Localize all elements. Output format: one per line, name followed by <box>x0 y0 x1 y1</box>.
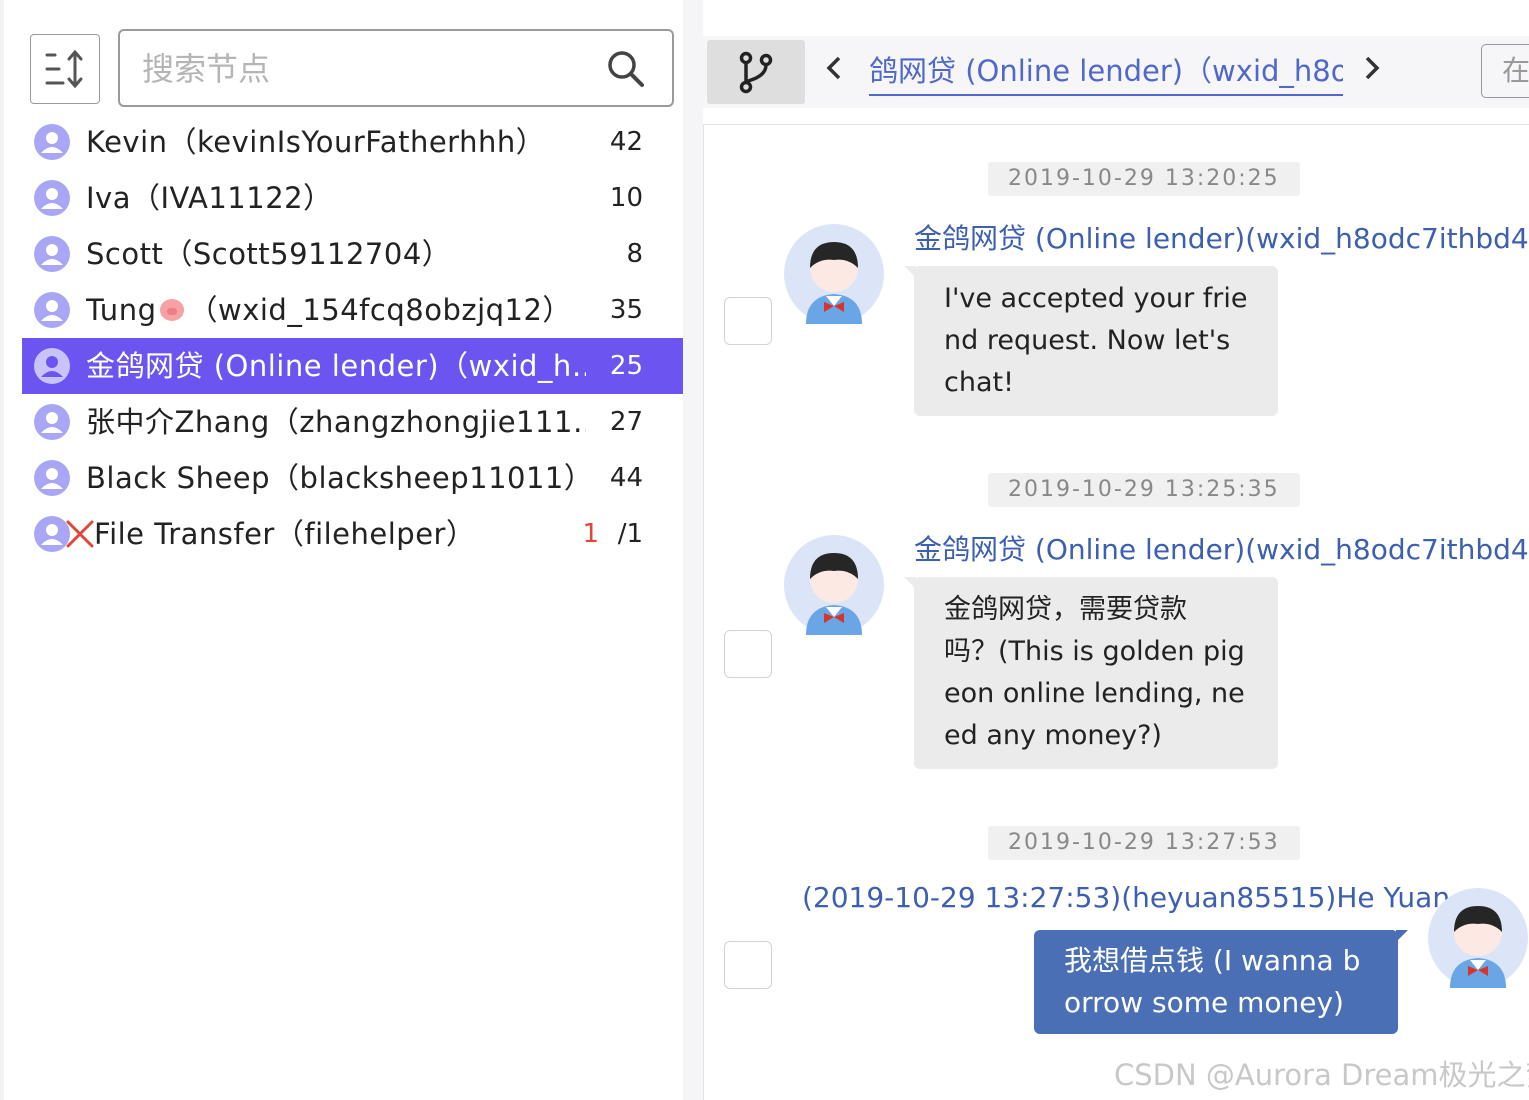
contact-item-black-sheep[interactable]: Black Sheep（blacksheep11011） 44 <box>22 450 683 506</box>
own-avatar <box>1428 888 1528 988</box>
message-timestamp: 2019-10-29 13:20:25 <box>988 162 1300 196</box>
breadcrumb[interactable]: 鸽网贷 (Online lender)（wxid_h8odc7ithbd412） <box>869 48 1343 96</box>
chevron-left-icon[interactable] <box>823 48 845 97</box>
search-icon[interactable] <box>606 49 646 89</box>
message-line: orrow some money) <box>1064 986 1344 1019</box>
message-count: 25 <box>609 351 643 381</box>
chevron-right-icon[interactable] <box>1361 48 1383 97</box>
message-line: 金鸽网贷，需要贷款 <box>944 594 1187 625</box>
contact-name: Kevin（kevinIsYourFatherhhh） <box>86 125 546 159</box>
chat-toolbar: 鸽网贷 (Online lender)（wxid_h8odc7ithbd412）… <box>703 36 1529 108</box>
side-button-label: 在 <box>1502 54 1529 87</box>
contact-name: Iva（IVA11122） <box>86 181 333 215</box>
message-select-checkbox[interactable] <box>724 941 772 989</box>
incoming-message-bubble[interactable]: I've accepted your frie nd request. Now … <box>904 266 1278 416</box>
watermark: CSDN @Aurora Dream极光之梦 <box>1114 1058 1529 1092</box>
message-count: 8 <box>626 239 643 269</box>
git-branch-icon <box>739 51 773 94</box>
pig-emoji-icon <box>160 299 185 321</box>
unread-count: 1 <box>582 519 599 549</box>
sort-button[interactable] <box>30 34 100 104</box>
user-avatar-icon <box>34 348 70 384</box>
contact-name: Tung （wxid_154fcq8obzjq12） <box>86 282 586 338</box>
message-list: 2019-10-29 13:20:25 金鸽网贷 (Online lender)… <box>703 124 1529 1100</box>
message-line: chat! <box>944 367 1014 398</box>
contact-name-prefix: Tung <box>86 293 157 327</box>
message-line: 吗？(This is golden pig <box>944 636 1245 667</box>
contact-avatar <box>784 535 884 635</box>
contact-name: 金鸽网贷 (Online lender)（wxid_h… <box>86 349 586 383</box>
contact-list: Kevin（kevinIsYourFatherhhh） 42 Iva（IVA11… <box>22 114 683 562</box>
contact-item-scott[interactable]: Scott（Scott59112704） 8 <box>22 226 683 282</box>
message-count: 44 <box>609 463 643 493</box>
search-box <box>118 29 674 107</box>
contact-name: Black Sheep（blacksheep11011） <box>86 461 586 495</box>
window-edge <box>0 0 4 1100</box>
close-icon <box>66 520 94 548</box>
message-select-checkbox[interactable] <box>724 297 772 345</box>
message-count: 35 <box>609 295 643 325</box>
message-sender[interactable]: 金鸽网贷 (Online lender)(wxid_h8odc7ithbd412… <box>914 217 1529 257</box>
user-avatar-icon <box>34 124 70 160</box>
contact-item-kevin[interactable]: Kevin（kevinIsYourFatherhhh） 42 <box>22 114 683 170</box>
contact-name: File Transfer（filehelper） <box>94 517 476 551</box>
user-avatar-icon <box>34 404 70 440</box>
message-line: 我想借点钱 (I wanna b <box>1064 944 1361 977</box>
message-count: 27 <box>609 407 643 437</box>
contact-item-zhang[interactable]: 张中介Zhang（zhangzhongjie111… 27 <box>22 394 683 450</box>
contact-avatar <box>784 224 884 324</box>
breadcrumb-text[interactable]: 鸽网贷 (Online lender)（wxid_h8odc7ithbd412） <box>869 54 1343 88</box>
message-line: nd request. Now let's <box>944 325 1231 356</box>
message-timestamp: 2019-10-29 13:25:35 <box>988 473 1300 507</box>
message-select-checkbox[interactable] <box>724 630 772 678</box>
contact-name: 张中介Zhang（zhangzhongjie111… <box>86 405 586 439</box>
message-sender[interactable]: (2019-10-29 13:27:53)(heyuan85515)He Yua… <box>802 881 1450 914</box>
search-input[interactable] <box>140 45 584 93</box>
message-line: I've accepted your frie <box>944 283 1248 314</box>
side-button[interactable]: 在 <box>1481 44 1529 98</box>
sort-icon <box>45 49 83 89</box>
contact-item-tung[interactable]: Tung （wxid_154fcq8obzjq12） 35 <box>22 282 683 338</box>
incoming-message-bubble[interactable]: 金鸽网贷，需要贷款 吗？(This is golden pig eon onli… <box>904 577 1278 769</box>
message-line: ed any money?) <box>944 720 1162 751</box>
user-avatar-icon <box>34 180 70 216</box>
user-avatar-icon <box>34 516 70 552</box>
message-count: 10 <box>609 183 643 213</box>
outgoing-message-bubble[interactable]: 我想借点钱 (I wanna b orrow some money) <box>1034 930 1408 1034</box>
message-sender[interactable]: 金鸽网贷 (Online lender)(wxid_h8odc7ithbd412… <box>914 528 1529 568</box>
message-timestamp: 2019-10-29 13:27:53 <box>988 826 1300 860</box>
contact-name-id: （wxid_154fcq8obzjq12） <box>188 293 572 327</box>
message-count: /1 <box>617 519 643 549</box>
contact-name: Scott（Scott59112704） <box>86 237 452 271</box>
contact-item-file-transfer[interactable]: File Transfer（filehelper） 1 /1 <box>22 506 683 562</box>
message-line: eon online lending, ne <box>944 678 1245 709</box>
branch-button[interactable] <box>707 40 805 104</box>
user-avatar-icon <box>34 292 70 328</box>
message-count: 42 <box>609 127 643 157</box>
pane-divider[interactable] <box>683 0 703 1100</box>
contact-item-online-lender[interactable]: 金鸽网贷 (Online lender)（wxid_h… 25 <box>22 338 683 394</box>
chat-pane: 鸽网贷 (Online lender)（wxid_h8odc7ithbd412）… <box>703 20 1529 1100</box>
contact-item-iva[interactable]: Iva（IVA11122） 10 <box>22 170 683 226</box>
user-avatar-icon <box>34 236 70 272</box>
user-avatar-icon <box>34 460 70 496</box>
